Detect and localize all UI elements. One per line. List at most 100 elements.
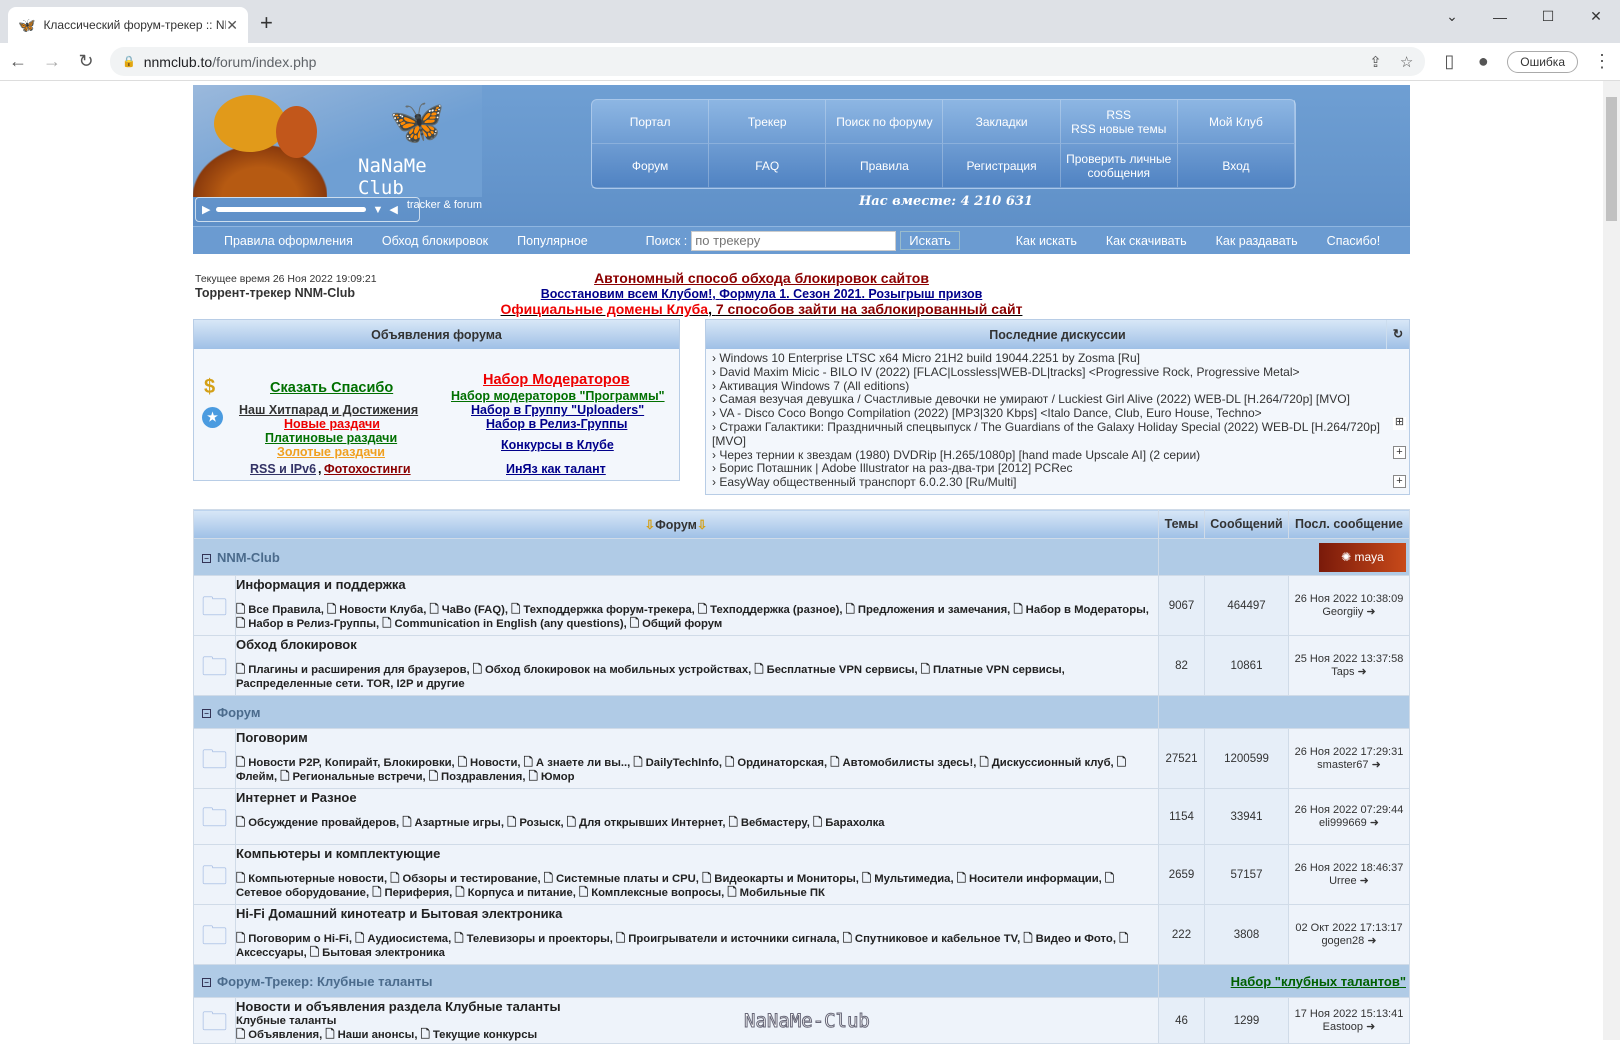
reload-icon[interactable]: ↻ — [76, 51, 96, 72]
chevron-down-icon[interactable]: ▼ — [372, 204, 383, 216]
forum-title[interactable]: Обход блокировок — [236, 637, 1158, 652]
subforum-list[interactable]: 🗋 Все Правила, 🗋 Новости Клуба, 🗋 ЧаВо (… — [236, 603, 1158, 631]
rss-link[interactable]: RSS и IPv6 — [250, 462, 316, 476]
discussion-item[interactable]: › David Maxim Micic - BILO IV (2022) [FL… — [712, 365, 1403, 380]
col-forum[interactable]: ⇩Форум⇩ — [193, 509, 1159, 539]
menu-icon[interactable]: ⋮ — [1592, 51, 1612, 72]
close-window-button[interactable]: ✕ — [1572, 0, 1620, 33]
new-releases-link[interactable]: Новые раздачи — [284, 417, 380, 431]
announcement-domains[interactable]: Официальные домены Клуба — [501, 301, 709, 317]
category-title[interactable]: − Форум — [193, 695, 1159, 729]
forward-icon[interactable]: → — [42, 51, 62, 72]
volume-icon[interactable]: ◀ — [389, 203, 397, 216]
menu-item[interactable]: Вход — [1177, 144, 1295, 188]
nav-bypass[interactable]: Обход блокировок — [382, 234, 488, 248]
audio-player[interactable]: ▶ ▼ ◀ — [195, 197, 420, 222]
goto-post-icon[interactable]: ➜ — [1360, 875, 1369, 887]
goto-post-icon[interactable]: ➜ — [1366, 606, 1375, 618]
menu-item[interactable]: Поиск по форуму — [826, 100, 944, 144]
search-input[interactable] — [691, 230, 897, 251]
announcement-ways[interactable]: 7 способов зайти на заблокированный сайт — [716, 301, 1023, 317]
forum-title[interactable]: Интернет и Разное — [236, 790, 1158, 805]
photohosting-link[interactable]: Фотохостинги — [324, 462, 411, 476]
last-post-user[interactable]: Georgiiy — [1322, 606, 1363, 618]
release-groups-link[interactable]: Набор в Релиз-Группы — [486, 417, 627, 431]
address-bar[interactable]: 🔒 nnmclub.to/forum/index.php ⇪ ☆ — [110, 47, 1426, 76]
forum-title[interactable]: Hi-Fi Домашний кинотеатр и Бытовая элект… — [236, 906, 1158, 921]
subforum-list[interactable]: 🗋 Плагины и расширения для браузеров, 🗋 … — [236, 663, 1158, 691]
nav-popular[interactable]: Популярное — [517, 234, 588, 248]
close-tab-icon[interactable]: ✕ — [226, 17, 238, 34]
expand-icon[interactable]: + — [1393, 475, 1406, 488]
subforum-list[interactable]: 🗋 Обсуждение провайдеров, 🗋 Азартные игр… — [236, 816, 1158, 830]
collapse-icon[interactable]: − — [202, 977, 211, 987]
nav-how-download[interactable]: Как скачивать — [1106, 234, 1187, 248]
discussion-item[interactable]: › Борис Поташник | Adobe Illustrator на … — [712, 462, 1403, 476]
nav-how-seed[interactable]: Как раздавать — [1216, 234, 1298, 248]
last-post-user[interactable]: Eastoop — [1323, 1021, 1363, 1033]
refresh-icon[interactable]: ↻ — [1386, 320, 1409, 349]
mods-programs-link[interactable]: Набор модераторов "Программы" — [451, 389, 665, 403]
gold-link[interactable]: Золотые раздачи — [277, 445, 385, 459]
subforum-list[interactable]: 🗋 Новости P2P, Копирайт, Блокировки, 🗋 Н… — [236, 756, 1158, 784]
club-talents-link[interactable]: Набор "клубных талантов" — [1231, 974, 1406, 989]
discussion-item[interactable]: › Стражи Галактики: Праздничный спецвыпу… — [712, 420, 1403, 449]
subforum-list[interactable]: Клубные таланты 🗋 Объявления, 🗋 Наши ано… — [236, 1014, 1158, 1042]
logo[interactable]: 🦋 NaNaMe Club tracker & forum — [193, 85, 482, 211]
maya-banner[interactable]: ✺ maya — [1319, 542, 1406, 572]
discussion-item[interactable]: › VA - Disco Coco Bongo Compilation (202… — [712, 406, 1403, 421]
discussion-item[interactable]: › Через тернии к звездам (1980) DVDRip [… — [712, 448, 1403, 463]
category-title[interactable]: − Форум-Трекер: Клубные таланты — [193, 964, 1159, 998]
platinum-link[interactable]: Платиновые раздачи — [265, 431, 397, 445]
goto-post-icon[interactable]: ➜ — [1358, 666, 1367, 678]
discussion-item[interactable]: › Активация Windows 7 (All editions) — [712, 379, 1403, 394]
menu-item[interactable]: Трекер — [709, 100, 827, 144]
search-button[interactable]: Искать — [900, 231, 960, 250]
announcement-f1[interactable]: Формула 1. Сезон 2021. Розыгрыш призов — [719, 287, 982, 301]
menu-item[interactable]: Правила — [826, 144, 944, 188]
last-post-user[interactable]: smaster67 — [1317, 759, 1368, 771]
goto-post-icon[interactable]: ➜ — [1370, 817, 1379, 829]
moderators-link[interactable]: Набор Модераторов — [483, 372, 630, 388]
menu-item[interactable]: Проверить личные сообщения — [1060, 144, 1178, 188]
player-progress[interactable] — [216, 207, 367, 212]
forum-title[interactable]: Информация и поддержка — [236, 577, 1158, 592]
star-icon[interactable]: ☆ — [1400, 53, 1413, 71]
profile-icon[interactable]: ● — [1473, 51, 1493, 72]
expand-icon[interactable]: + — [1393, 446, 1406, 459]
goto-post-icon[interactable]: ➜ — [1372, 759, 1381, 771]
hitparade-link[interactable]: Наш Хитпарад и Достижения — [239, 403, 418, 417]
sidepanel-icon[interactable]: ▯ — [1439, 51, 1459, 72]
back-icon[interactable]: ← — [8, 51, 28, 72]
menu-item[interactable]: FAQ — [709, 144, 827, 188]
goto-post-icon[interactable]: ➜ — [1367, 935, 1376, 947]
forum-title[interactable]: Поговорим — [236, 730, 1158, 745]
dropdown-icon[interactable]: ⌄ — [1428, 0, 1476, 33]
last-post-user[interactable]: gogen28 — [1321, 935, 1364, 947]
goto-post-icon[interactable]: ➜ — [1366, 1021, 1375, 1033]
expand-icon[interactable]: ⊞ — [1393, 417, 1406, 430]
contests-link[interactable]: Конкурсы в Клубе — [501, 438, 614, 452]
discussion-item[interactable]: › Windows 10 Enterprise LTSC x64 Micro 2… — [712, 351, 1403, 366]
minimize-button[interactable]: — — [1476, 0, 1524, 33]
menu-item[interactable]: RSS RSS новые темы — [1060, 100, 1178, 144]
error-button[interactable]: Ошибка — [1507, 50, 1578, 73]
play-icon[interactable]: ▶ — [202, 203, 210, 216]
menu-item[interactable]: Закладки — [943, 100, 1061, 144]
menu-item[interactable]: Форум — [592, 144, 710, 188]
category-title[interactable]: − NNM-Club — [193, 538, 1159, 576]
collapse-icon[interactable]: − — [202, 708, 211, 718]
last-post-user[interactable]: Urree — [1329, 875, 1357, 887]
nav-thanks[interactable]: Спасибо! — [1327, 234, 1381, 248]
nav-rules[interactable]: Правила оформления — [224, 234, 353, 248]
talent-link[interactable]: ИнЯз как талант — [506, 462, 606, 476]
last-post-user[interactable]: Taps — [1331, 666, 1354, 678]
subforum-list[interactable]: 🗋 Поговорим о Hi-Fi, 🗋 Аудиосистема, 🗋 Т… — [236, 932, 1158, 960]
menu-item[interactable]: Портал — [592, 100, 710, 144]
nav-how-search[interactable]: Как искать — [1016, 234, 1077, 248]
discussion-item[interactable]: › EasyWay общественный транспорт 6.0.2.3… — [712, 475, 1403, 490]
subforum-list[interactable]: 🗋 Компьютерные новости, 🗋 Обзоры и тести… — [236, 872, 1158, 900]
say-thanks-link[interactable]: Сказать Спасибо — [270, 380, 393, 396]
menu-item[interactable]: Мой Клуб — [1177, 100, 1295, 144]
uploaders-link[interactable]: Набор в Группу "Uploaders" — [471, 403, 644, 417]
